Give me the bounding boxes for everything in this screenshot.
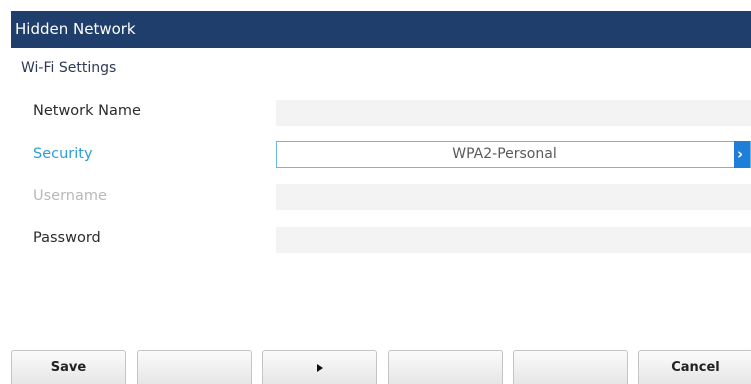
cancel-button[interactable]: Cancel: [638, 350, 751, 384]
play-icon: [316, 363, 323, 372]
chevron-right-icon[interactable]: ›: [734, 141, 750, 168]
softkey-4[interactable]: [388, 350, 503, 384]
network-name-field[interactable]: [276, 100, 751, 126]
softkey-bar: Save Cancel: [11, 350, 751, 384]
network-name-label: Network Name: [33, 103, 141, 119]
security-value: WPA2-Personal: [452, 146, 557, 162]
username-field[interactable]: [276, 184, 751, 210]
security-select[interactable]: WPA2-Personal ›: [276, 141, 751, 168]
hidden-network-screen: Hidden Network Wi-Fi Settings Network Na…: [0, 0, 751, 384]
next-button[interactable]: [262, 350, 377, 384]
username-label: Username: [33, 188, 107, 204]
save-button[interactable]: Save: [11, 350, 126, 384]
security-label: Security: [33, 146, 93, 162]
header-title: Hidden Network: [11, 11, 751, 48]
section-title: Wi-Fi Settings: [21, 60, 117, 76]
password-label: Password: [33, 230, 101, 246]
softkey-2[interactable]: [137, 350, 252, 384]
password-field[interactable]: [276, 227, 751, 253]
softkey-5[interactable]: [513, 350, 628, 384]
